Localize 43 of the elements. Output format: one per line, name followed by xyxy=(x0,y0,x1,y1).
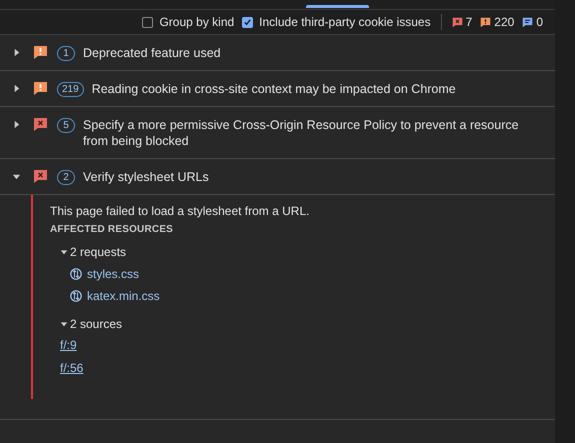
issue-row[interactable]: 1 Deprecated feature used xyxy=(0,35,555,71)
source-link[interactable]: f/:9 xyxy=(60,338,77,352)
disclosure-triangle-icon[interactable] xyxy=(12,172,21,181)
disclosure-triangle-icon[interactable] xyxy=(60,320,68,328)
issue-count: 0 xyxy=(536,15,543,29)
message-icon xyxy=(522,16,534,28)
issue-count: 7 xyxy=(466,15,472,29)
checkbox-label: Group by kind xyxy=(159,15,234,29)
disclosure-triangle-icon[interactable] xyxy=(60,248,68,256)
source-link[interactable]: f/:56 xyxy=(60,361,84,375)
error-icon xyxy=(33,117,48,132)
issue-description: This page failed to load a stylesheet from a URL. xyxy=(50,204,310,218)
issue-row[interactable]: 219 Reading cookie in cross-site context may be impacted on Chrome xyxy=(0,71,555,107)
issue-title: Reading cookie in cross-site context may be impacted on Chrome xyxy=(92,81,457,97)
count-badge: 2 xyxy=(57,170,75,185)
error-icon xyxy=(452,16,463,28)
issue-row[interactable]: 5 Specify a more permissive Cross-Origin Resource Policy to prevent a resource from being blocked xyxy=(0,107,555,159)
network-request-icon xyxy=(70,290,82,302)
disclosure-triangle-icon[interactable] xyxy=(12,120,21,129)
disclosure-triangle-icon[interactable] xyxy=(12,84,21,93)
group-label[interactable]: 2 sources xyxy=(70,317,122,331)
issue-row[interactable]: 2 Verify stylesheet URLs xyxy=(0,159,555,195)
count-badge: 5 xyxy=(57,118,75,133)
issue-title: Verify stylesheet URLs xyxy=(83,169,210,185)
issue-title: Specify a more permissive Cross-Origin Resource Policy to prevent a resource from being blocked xyxy=(83,117,520,149)
warning-icon xyxy=(480,16,492,28)
active-tab-indicator xyxy=(306,5,369,8)
checkbox[interactable] xyxy=(142,16,154,28)
error-icon xyxy=(33,169,48,184)
warning-icon xyxy=(33,45,48,60)
issue-title: Deprecated feature used xyxy=(83,45,222,61)
request-link[interactable]: styles.css xyxy=(70,267,555,281)
count-badge: 1 xyxy=(57,46,75,61)
issue-count: 220 xyxy=(494,15,514,29)
checkbox-label: Include third-party cookie issues xyxy=(259,15,431,29)
group-label[interactable]: 2 requests xyxy=(70,245,126,259)
warning-icon xyxy=(33,81,48,96)
disclosure-triangle-icon[interactable] xyxy=(12,48,21,57)
count-badge: 219 xyxy=(57,82,84,97)
checkbox[interactable] xyxy=(242,16,254,28)
section-heading: AFFECTED RESOURCES xyxy=(50,224,174,235)
network-request-icon xyxy=(70,268,82,280)
request-link[interactable]: katex.min.css xyxy=(70,289,555,303)
